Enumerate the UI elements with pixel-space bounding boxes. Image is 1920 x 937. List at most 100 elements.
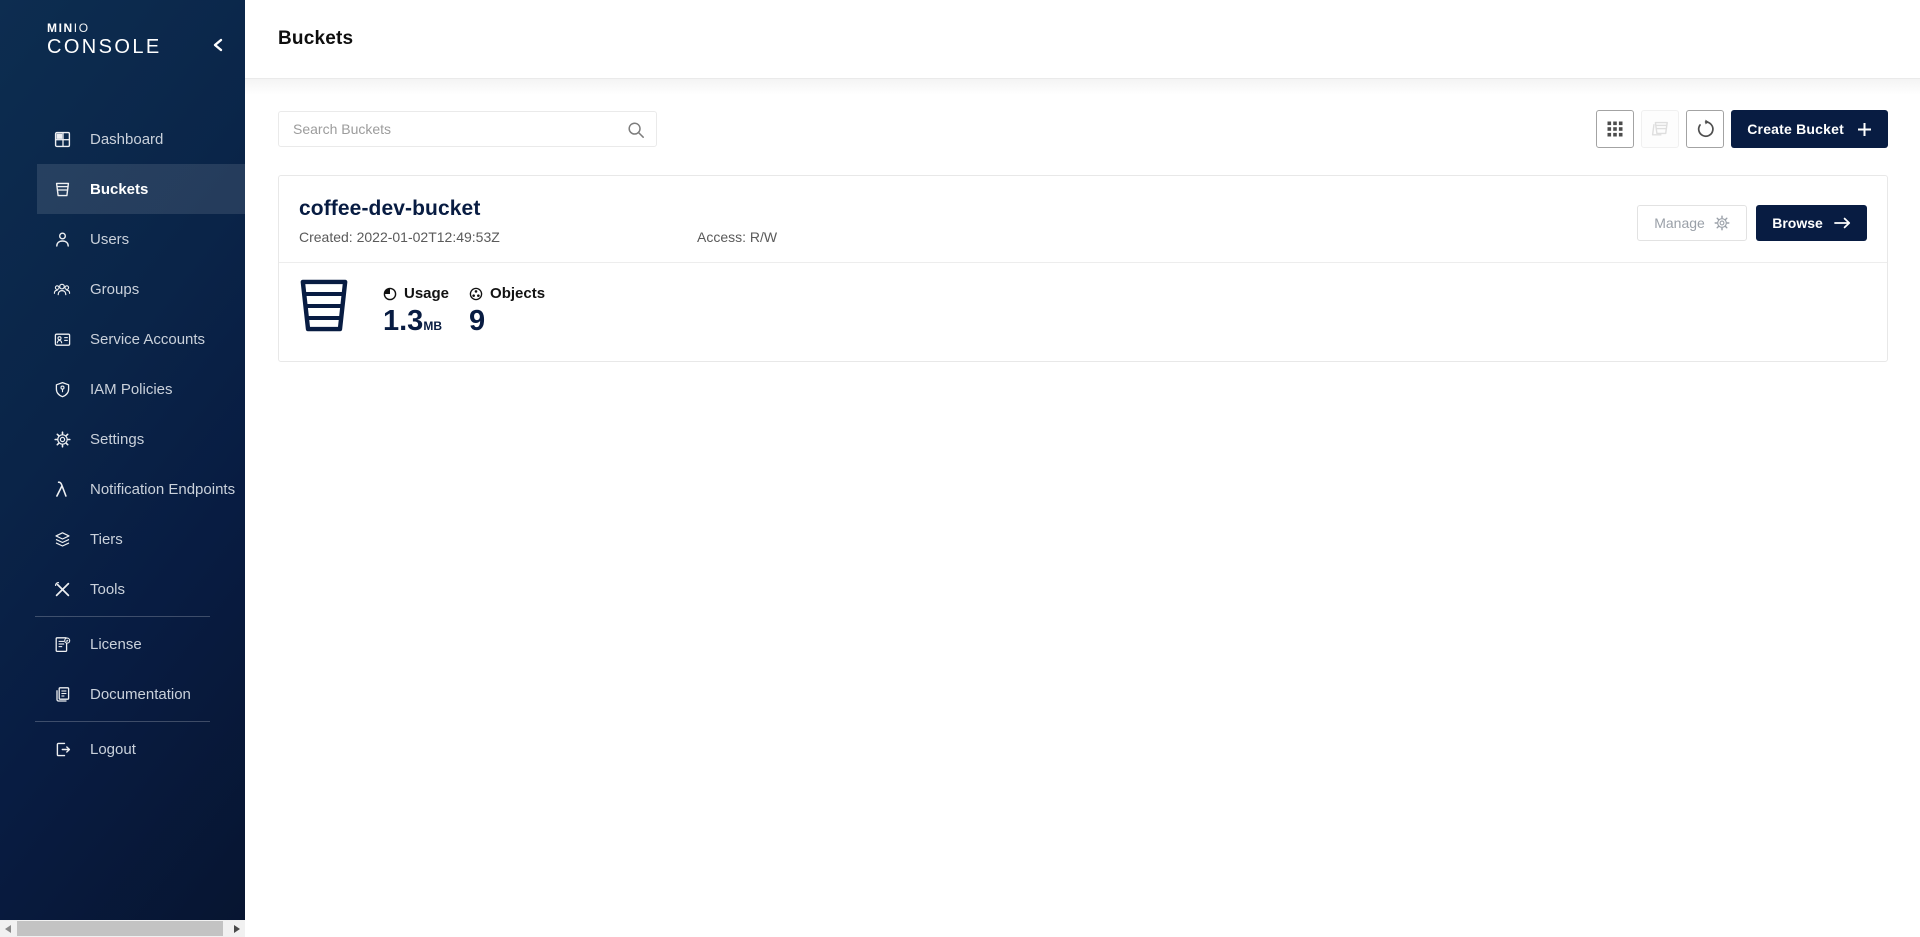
bucket-card-titles: coffee-dev-bucket Created: 2022-01-02T12… (299, 193, 777, 245)
objects-value: 9 (469, 306, 545, 336)
bucket-access-text: Access: R/W (697, 229, 777, 245)
minio-logo: MINIO CONSOLE (47, 22, 162, 59)
usage-metric: Usage 1.3MB (383, 278, 449, 336)
sidebar-item-label: Buckets (90, 181, 148, 198)
dashboard-icon (53, 130, 71, 148)
usage-number: 1.3 (383, 305, 423, 337)
sidebar-item-label: Notification Endpoints (90, 481, 235, 498)
refresh-button[interactable] (1686, 110, 1724, 148)
sidebar-logo-row: MINIO CONSOLE (0, 0, 245, 59)
sidebar-item-label: Tools (90, 581, 125, 598)
sidebar-item-license[interactable]: License (0, 619, 245, 669)
scrollbar-right-arrow-icon[interactable] (228, 920, 245, 937)
sidebar-horizontal-scrollbar[interactable] (0, 920, 245, 937)
toolbar-actions: Create Bucket (1596, 110, 1888, 148)
sidebar-item-settings[interactable]: Settings (0, 414, 245, 464)
grid-view-button[interactable] (1596, 110, 1634, 148)
sidebar-menu: Dashboard Buckets Users Groups Service A (0, 114, 245, 774)
sidebar-item-label: IAM Policies (90, 381, 173, 398)
sidebar-item-label: Logout (90, 741, 136, 758)
bucket-card[interactable]: coffee-dev-bucket Created: 2022-01-02T12… (278, 175, 1888, 362)
collapse-sidebar-button[interactable] (207, 34, 229, 56)
create-bucket-button[interactable]: Create Bucket (1731, 110, 1888, 148)
iam-policies-icon (53, 380, 71, 398)
gear-icon (1714, 215, 1730, 231)
objects-icon (469, 287, 483, 301)
logo-text-light: IO (74, 21, 90, 35)
sidebar-item-dashboard[interactable]: Dashboard (0, 114, 245, 164)
bucket-name[interactable]: coffee-dev-bucket (299, 197, 777, 221)
sidebar-item-label: Users (90, 231, 129, 248)
settings-icon (53, 430, 71, 448)
tiers-icon (53, 530, 71, 548)
console-logo-text: CONSOLE (47, 35, 162, 59)
browse-button-label: Browse (1772, 215, 1823, 231)
search-buckets-box (278, 111, 657, 147)
sidebar-item-label: Settings (90, 431, 144, 448)
users-icon (53, 230, 71, 248)
sidebar-item-service-accounts[interactable]: Service Accounts (0, 314, 245, 364)
bucket-list-view-icon (1651, 120, 1670, 138)
manage-button-label: Manage (1654, 215, 1705, 231)
lambda-icon (53, 480, 71, 498)
sidebar-item-label: Groups (90, 281, 139, 298)
usage-unit: MB (423, 319, 442, 333)
chevron-left-icon (211, 37, 225, 53)
page-title: Buckets (278, 28, 353, 50)
sidebar-item-notification-endpoints[interactable]: Notification Endpoints (0, 464, 245, 514)
usage-label: Usage (404, 285, 449, 302)
buckets-toolbar: Create Bucket (245, 79, 1920, 148)
sidebar-item-users[interactable]: Users (0, 214, 245, 264)
service-accounts-icon (53, 330, 71, 348)
manage-button[interactable]: Manage (1637, 205, 1747, 241)
sidebar-item-label: Documentation (90, 686, 191, 703)
bucket-meta-row: Created: 2022-01-02T12:49:53Z Access: R/… (299, 229, 777, 245)
bucket-icon (299, 278, 349, 338)
license-icon (53, 635, 71, 653)
create-bucket-label: Create Bucket (1747, 121, 1844, 137)
buckets-icon (53, 180, 71, 198)
bucket-created-text: Created: 2022-01-02T12:49:53Z (299, 229, 697, 245)
objects-metric: Objects 9 (469, 278, 545, 336)
sidebar-item-label: Service Accounts (90, 331, 205, 348)
list-view-button (1641, 110, 1679, 148)
objects-metric-label-row: Objects (469, 285, 545, 302)
sidebar-divider (35, 616, 210, 617)
sidebar-item-tiers[interactable]: Tiers (0, 514, 245, 564)
objects-label: Objects (490, 285, 545, 302)
sidebar-item-groups[interactable]: Groups (0, 264, 245, 314)
logo-text-bold: MIN (47, 21, 74, 35)
sidebar-item-buckets[interactable]: Buckets (0, 164, 245, 214)
search-buckets-input[interactable] (279, 112, 656, 146)
sidebar-item-documentation[interactable]: Documentation (0, 669, 245, 719)
usage-value: 1.3MB (383, 306, 449, 336)
search-icon (627, 121, 645, 144)
sidebar-item-iam-policies[interactable]: IAM Policies (0, 364, 245, 414)
logout-icon (53, 740, 71, 758)
objects-number: 9 (469, 305, 485, 337)
bucket-card-body: Usage 1.3MB Objects 9 (279, 263, 1887, 361)
sidebar-item-tools[interactable]: Tools (0, 564, 245, 614)
scrollbar-thumb[interactable] (17, 921, 223, 936)
plus-icon (1857, 122, 1872, 137)
sidebar-item-label: Dashboard (90, 131, 163, 148)
sidebar-item-label: License (90, 636, 142, 653)
bucket-card-actions: Manage Browse (1637, 205, 1867, 241)
browse-button[interactable]: Browse (1756, 205, 1867, 241)
groups-icon (53, 280, 71, 298)
sidebar-divider (35, 721, 210, 722)
page-header: Buckets (245, 0, 1920, 79)
usage-metric-label-row: Usage (383, 285, 449, 302)
tools-icon (53, 580, 71, 598)
arrow-right-icon (1834, 217, 1851, 229)
buckets-page-content: Create Bucket coffee-dev-bucket Created:… (245, 79, 1920, 937)
scrollbar-left-arrow-icon[interactable] (0, 920, 17, 937)
main-content: Buckets Create Bucket (245, 0, 1920, 937)
refresh-icon (1695, 119, 1715, 139)
grid-view-icon (1606, 120, 1624, 138)
sidebar-item-logout[interactable]: Logout (0, 724, 245, 774)
bucket-card-header: coffee-dev-bucket Created: 2022-01-02T12… (279, 176, 1887, 245)
minio-logo-wordmark: MINIO (47, 22, 162, 34)
documentation-icon (53, 685, 71, 703)
usage-pie-icon (383, 287, 397, 301)
